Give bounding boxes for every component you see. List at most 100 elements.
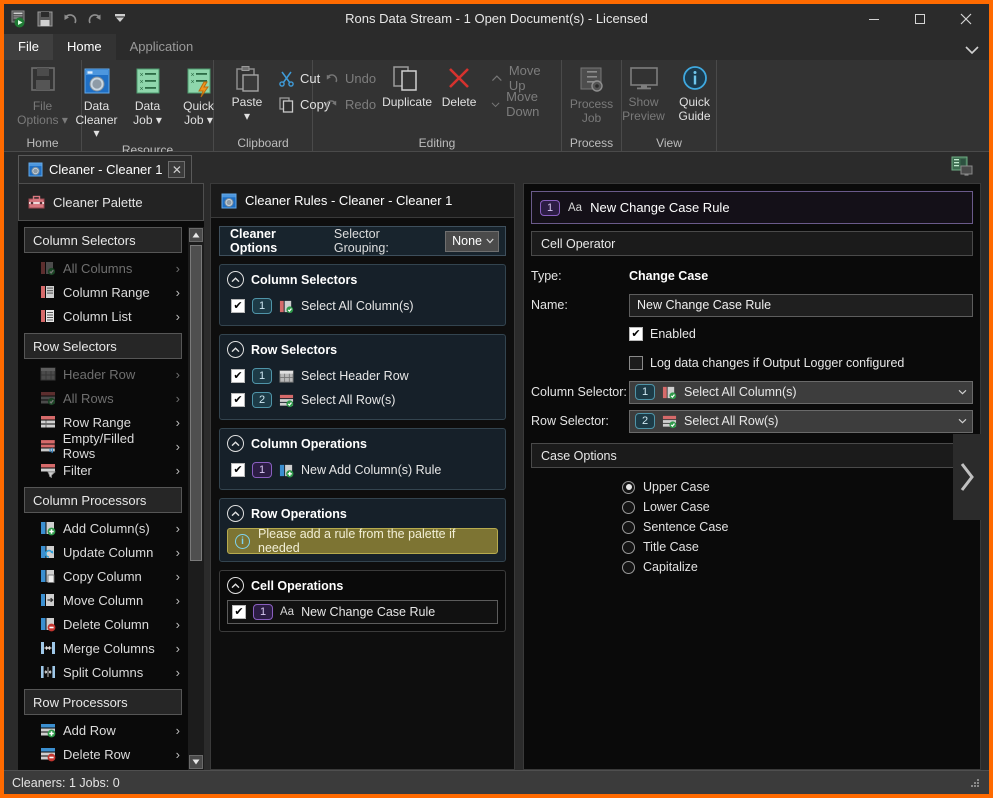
document-tab-cleaner-1[interactable]: Cleaner - Cleaner 1 ✕ bbox=[18, 155, 193, 183]
tab-file[interactable]: File bbox=[4, 34, 53, 60]
data-job-button[interactable]: × × × Data Job ▾ bbox=[123, 63, 173, 129]
palette-item-split-columns[interactable]: Split Columns › bbox=[18, 660, 188, 684]
collapse-icon[interactable] bbox=[227, 341, 244, 358]
rules-section-column-selectors[interactable]: Column Selectors ✔ 1 Select All Column(s… bbox=[219, 264, 506, 326]
rule-checkbox[interactable]: ✔ bbox=[231, 463, 245, 477]
rule-row-new-change-case-rule[interactable]: ✔ 1 Aa New Change Case Rule bbox=[227, 600, 498, 624]
palette-group-label: Row Processors bbox=[33, 694, 128, 710]
rule-checkbox[interactable]: ✔ bbox=[231, 369, 245, 383]
palette-item-add-columns[interactable]: Add Column(s) › bbox=[18, 516, 188, 540]
data-cleaner-button[interactable]: Data Cleaner ▾ bbox=[72, 63, 122, 142]
undo-button[interactable]: Undo bbox=[319, 65, 380, 91]
scroll-up-icon[interactable] bbox=[189, 228, 203, 242]
palette-item-empty-filled-rows[interactable]: Empty/Filled Rows › bbox=[18, 431, 188, 461]
row-selector-dropdown[interactable]: 2 Select All Row(s) bbox=[629, 409, 973, 433]
move-up-button[interactable]: Move Up bbox=[486, 63, 555, 93]
palette-item-delete-column[interactable]: Delete Column › bbox=[18, 612, 188, 636]
radio-button[interactable] bbox=[622, 520, 635, 534]
chevron-down-icon[interactable] bbox=[110, 9, 130, 29]
preview-panel-icon[interactable] bbox=[949, 154, 975, 180]
move-down-label: Move Down bbox=[506, 89, 540, 119]
palette-group-column-selectors[interactable]: Column Selectors bbox=[24, 227, 182, 253]
scroll-down-icon[interactable] bbox=[189, 755, 203, 769]
redo-icon[interactable] bbox=[85, 9, 105, 29]
quick-guide-button[interactable]: Quick Guide bbox=[670, 63, 720, 125]
move-down-button[interactable]: Move Down bbox=[486, 89, 555, 119]
rules-section-row-selectors[interactable]: Row Selectors ✔ 1 Select Header Row ✔ 2 … bbox=[219, 334, 506, 420]
rules-section-row-operations[interactable]: Row Operations i Please add a rule from … bbox=[219, 498, 506, 562]
process-job-button[interactable]: Process Job bbox=[567, 63, 617, 127]
palette-item-header-row[interactable]: Header Row › bbox=[18, 362, 188, 386]
file-options-button[interactable]: File Options ▾ bbox=[11, 63, 74, 129]
resize-grip-icon[interactable] bbox=[969, 777, 981, 789]
chevron-down-icon[interactable] bbox=[965, 44, 979, 58]
log-checkbox[interactable] bbox=[629, 356, 643, 370]
rule-checkbox[interactable]: ✔ bbox=[232, 605, 246, 619]
tab-application[interactable]: Application bbox=[116, 34, 208, 60]
rules-section-cell-operations[interactable]: Cell Operations ✔ 1 Aa New Change Case R… bbox=[219, 570, 506, 632]
collapse-icon[interactable] bbox=[227, 505, 244, 522]
close-button[interactable] bbox=[943, 4, 989, 34]
row-selector-label: Row Selector: bbox=[531, 414, 609, 428]
palette-item-column-list[interactable]: Column List › bbox=[18, 304, 188, 328]
radio-title-case[interactable]: Title Case bbox=[622, 537, 980, 557]
rule-row-select-all-rows[interactable]: ✔ 2 Select All Row(s) bbox=[227, 388, 498, 412]
enabled-checkbox[interactable]: ✔ bbox=[629, 327, 643, 341]
enabled-checkbox-wrap[interactable]: ✔ Enabled bbox=[629, 327, 696, 341]
rule-checkbox[interactable]: ✔ bbox=[231, 299, 245, 313]
palette-item-filter[interactable]: Filter › bbox=[18, 458, 188, 482]
palette-item-add-row[interactable]: Add Row › bbox=[18, 718, 188, 742]
radio-button[interactable] bbox=[622, 480, 635, 494]
palette-group-row-selectors[interactable]: Row Selectors bbox=[24, 333, 182, 359]
collapse-icon[interactable] bbox=[227, 271, 244, 288]
radio-sentence-case[interactable]: Sentence Case bbox=[622, 517, 980, 537]
palette-item-split-row[interactable]: Split Row › bbox=[18, 766, 188, 770]
scrollbar-thumb[interactable] bbox=[190, 245, 202, 561]
palette-item-all-rows[interactable]: All Rows › bbox=[18, 386, 188, 410]
radio-lower-case[interactable]: Lower Case bbox=[622, 497, 980, 517]
redo-button[interactable]: Redo bbox=[319, 91, 380, 117]
cleaner-options-title: Cleaner Options bbox=[230, 227, 278, 255]
palette-scrollbar[interactable] bbox=[188, 227, 204, 770]
rule-row-new-add-columns-rule[interactable]: ✔ 1 New Add Column(s) Rule bbox=[227, 458, 498, 482]
palette-item-update-column[interactable]: Update Column › bbox=[18, 540, 188, 564]
palette-item-delete-row[interactable]: Delete Row › bbox=[18, 742, 188, 766]
undo-icon[interactable] bbox=[60, 9, 80, 29]
palette-item-move-column[interactable]: Move Column › bbox=[18, 588, 188, 612]
delete-button[interactable]: Delete bbox=[434, 63, 484, 111]
duplicate-button[interactable]: Duplicate bbox=[382, 63, 432, 111]
palette-group-column-processors[interactable]: Column Processors bbox=[24, 487, 182, 513]
rule-checkbox[interactable]: ✔ bbox=[231, 393, 245, 407]
paste-button[interactable]: Paste ▾ bbox=[222, 63, 272, 125]
column-selector-dropdown[interactable]: 1 Select All Column(s) bbox=[629, 380, 973, 404]
minimize-button[interactable] bbox=[851, 4, 897, 34]
chevron-right-icon[interactable] bbox=[953, 433, 981, 520]
radio-capitalize[interactable]: Capitalize bbox=[622, 557, 980, 577]
maximize-button[interactable] bbox=[897, 4, 943, 34]
palette-item-column-range[interactable]: Column Range › bbox=[18, 280, 188, 304]
radio-upper-case[interactable]: Upper Case bbox=[622, 477, 980, 497]
selector-grouping-dropdown[interactable]: None bbox=[445, 230, 499, 252]
radio-button[interactable] bbox=[622, 540, 635, 554]
name-input[interactable]: New Change Case Rule bbox=[629, 293, 973, 317]
save-icon[interactable] bbox=[35, 9, 55, 29]
rule-properties-form: Type: Change Case Name: New Change Case … bbox=[524, 256, 980, 437]
rule-row-select-header-row[interactable]: ✔ 1 Select Header Row bbox=[227, 364, 498, 388]
collapse-icon[interactable] bbox=[227, 577, 244, 594]
rules-section-column-operations[interactable]: Column Operations ✔ 1 New Add Column(s) … bbox=[219, 428, 506, 490]
chevron-down-icon[interactable] bbox=[958, 387, 967, 398]
close-icon[interactable]: ✕ bbox=[168, 161, 186, 178]
rules-section-title: Row Selectors bbox=[251, 342, 338, 357]
palette-item-merge-columns[interactable]: Merge Columns › bbox=[18, 636, 188, 660]
log-checkbox-wrap[interactable]: Log data changes if Output Logger config… bbox=[629, 356, 904, 370]
palette-group-row-processors[interactable]: Row Processors bbox=[24, 689, 182, 715]
palette-item-all-columns[interactable]: All Columns › bbox=[18, 256, 188, 280]
rule-row-select-all-columns[interactable]: ✔ 1 Select All Column(s) bbox=[227, 294, 498, 318]
radio-button[interactable] bbox=[622, 560, 635, 574]
tab-home[interactable]: Home bbox=[52, 34, 116, 60]
chevron-down-icon[interactable] bbox=[958, 416, 967, 427]
show-preview-button[interactable]: Show Preview bbox=[619, 63, 669, 125]
collapse-icon[interactable] bbox=[227, 435, 244, 452]
palette-item-copy-column[interactable]: Copy Column › bbox=[18, 564, 188, 588]
radio-button[interactable] bbox=[622, 500, 635, 514]
